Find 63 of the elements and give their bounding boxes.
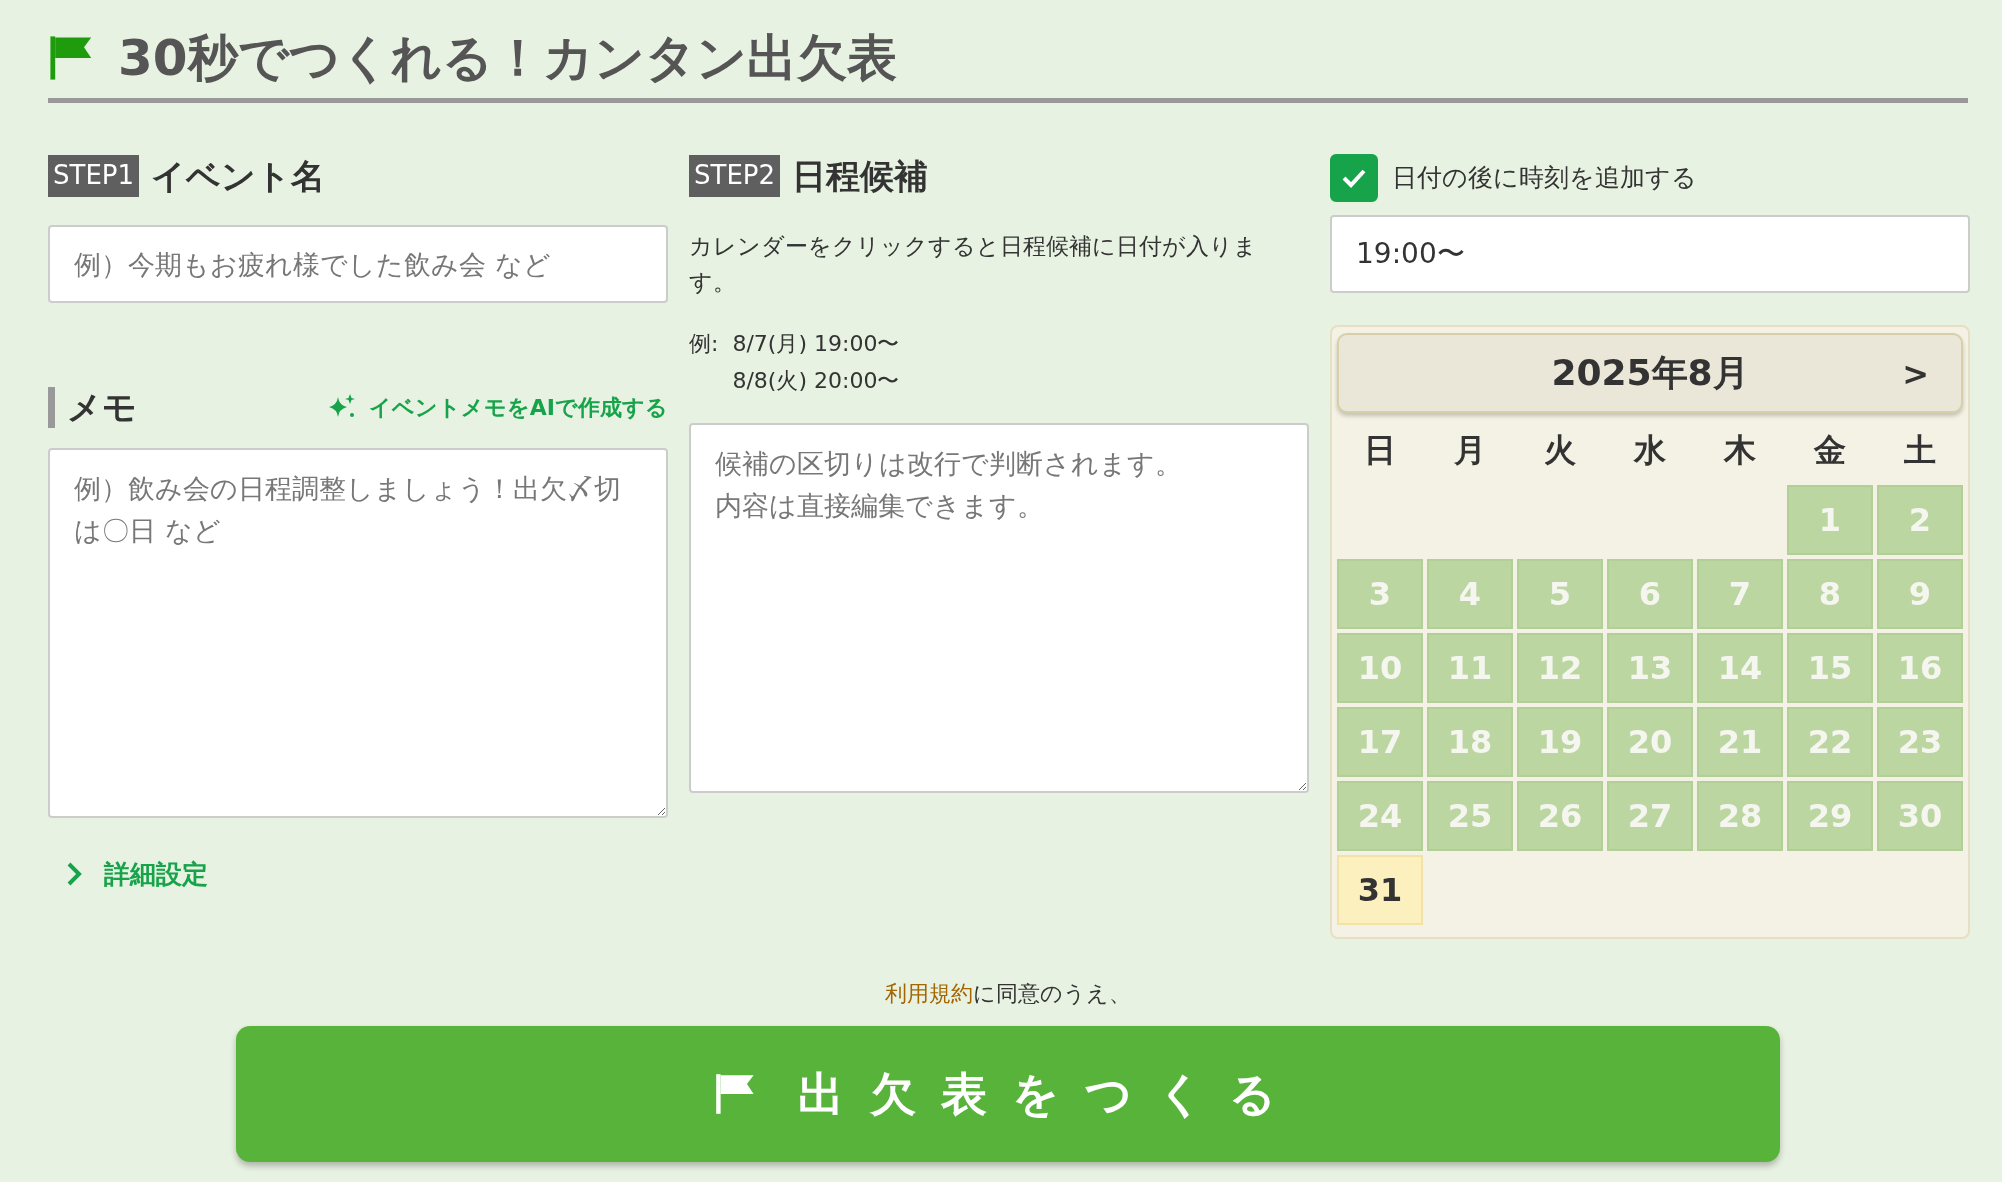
next-month-button[interactable]: > (1896, 349, 1935, 399)
calendar-day[interactable]: 28 (1697, 781, 1783, 851)
terms-link[interactable]: 利用規約 (885, 981, 973, 1006)
step-label: STEP2 (689, 155, 781, 197)
calendar-day[interactable]: 7 (1697, 559, 1783, 629)
weekday-label: 水 (1632, 430, 1667, 471)
weekday-label: 火 (1543, 430, 1577, 471)
calendar-day[interactable]: 31 (1337, 855, 1423, 925)
calendar-day[interactable]: 3 (1337, 559, 1423, 629)
calendar-day[interactable]: 23 (1877, 707, 1963, 777)
calendar-day[interactable]: 5 (1517, 559, 1603, 629)
time-field[interactable]: 19:00〜 (1330, 215, 1970, 293)
agreement-text: に同意のうえ、 (973, 981, 1131, 1006)
calendar-day[interactable]: 21 (1697, 707, 1783, 777)
calendar-day[interactable]: 14 (1697, 633, 1783, 703)
example-line: 8/7(月) 19:00〜 (732, 330, 900, 359)
weekday-label: 金 (1812, 430, 1847, 471)
calendar-day[interactable]: 6 (1607, 559, 1693, 629)
calendar-day[interactable]: 18 (1427, 707, 1513, 777)
calendar-day[interactable]: 16 (1877, 633, 1963, 703)
memo-field[interactable]: 例）飲み会の日程調整しましょう！出欠〆切は〇日 など (48, 447, 668, 818)
calendar-day[interactable]: 13 (1607, 633, 1693, 703)
calendar-day[interactable]: 15 (1787, 633, 1873, 703)
calendar-day[interactable]: 29 (1787, 781, 1873, 851)
chevron-icon (66, 861, 82, 888)
section-heading: 日程候補 (792, 154, 929, 198)
checkbox-label: 日付の後に時刻を追加する (1392, 162, 1697, 195)
instruction-text: カレンダーをクリックすると日程候補に日付が入ります。 (689, 232, 1258, 297)
calendar-day[interactable]: 8 (1787, 559, 1873, 629)
weekday-label: 土 (1903, 430, 1937, 471)
calendar-day[interactable]: 24 (1337, 781, 1423, 851)
date-candidates-field[interactable]: 候補の区切りは改行で判断されます。 内容は直接編集できます。 (689, 422, 1309, 793)
calendar-day[interactable]: 30 (1877, 781, 1963, 851)
calendar-day[interactable]: 10 (1337, 633, 1423, 703)
calendar-day[interactable]: 25 (1427, 781, 1513, 851)
calendar-day[interactable]: 26 (1517, 781, 1603, 851)
ai-memo-link[interactable]: イベントメモをAIで作成する (326, 390, 668, 424)
example-label: 例: (689, 330, 719, 359)
calendar-day[interactable]: 27 (1607, 781, 1693, 851)
page-title: 30秒でつくれる！カンタン出欠表 (118, 28, 897, 88)
details-toggle[interactable]: 詳細設定 (66, 854, 208, 894)
step-label: STEP1 (48, 155, 140, 197)
calendar-day[interactable]: 22 (1787, 707, 1873, 777)
calendar-day[interactable]: 17 (1337, 707, 1423, 777)
weekday-label: 木 (1722, 430, 1757, 471)
calendar-day[interactable]: 9 (1877, 559, 1963, 629)
example-line: 8/8(火) 20:00〜 (732, 366, 900, 395)
weekday-label: 月 (1453, 430, 1487, 471)
calendar-day[interactable]: 11 (1427, 633, 1513, 703)
calendar-day[interactable]: 12 (1517, 633, 1603, 703)
create-button[interactable]: 出欠表をつくる (236, 1026, 1780, 1162)
calendar-day[interactable]: 20 (1607, 707, 1693, 777)
memo-heading: メモ (48, 387, 137, 428)
checkbox[interactable] (1330, 154, 1378, 202)
calendar-day[interactable]: 2 (1877, 485, 1963, 555)
section-heading: イベント名 (151, 154, 326, 198)
calendar-day[interactable]: 1 (1787, 485, 1873, 555)
event-name-field[interactable]: 例）今期もお疲れ様でした飲み会 など (48, 225, 668, 303)
calendar-day[interactable]: 19 (1517, 707, 1603, 777)
month-title: 2025年8月 (1551, 351, 1749, 395)
checkmark-icon (1341, 168, 1367, 188)
weekday-label: 日 (1363, 430, 1397, 471)
calendar-day[interactable]: 4 (1427, 559, 1513, 629)
